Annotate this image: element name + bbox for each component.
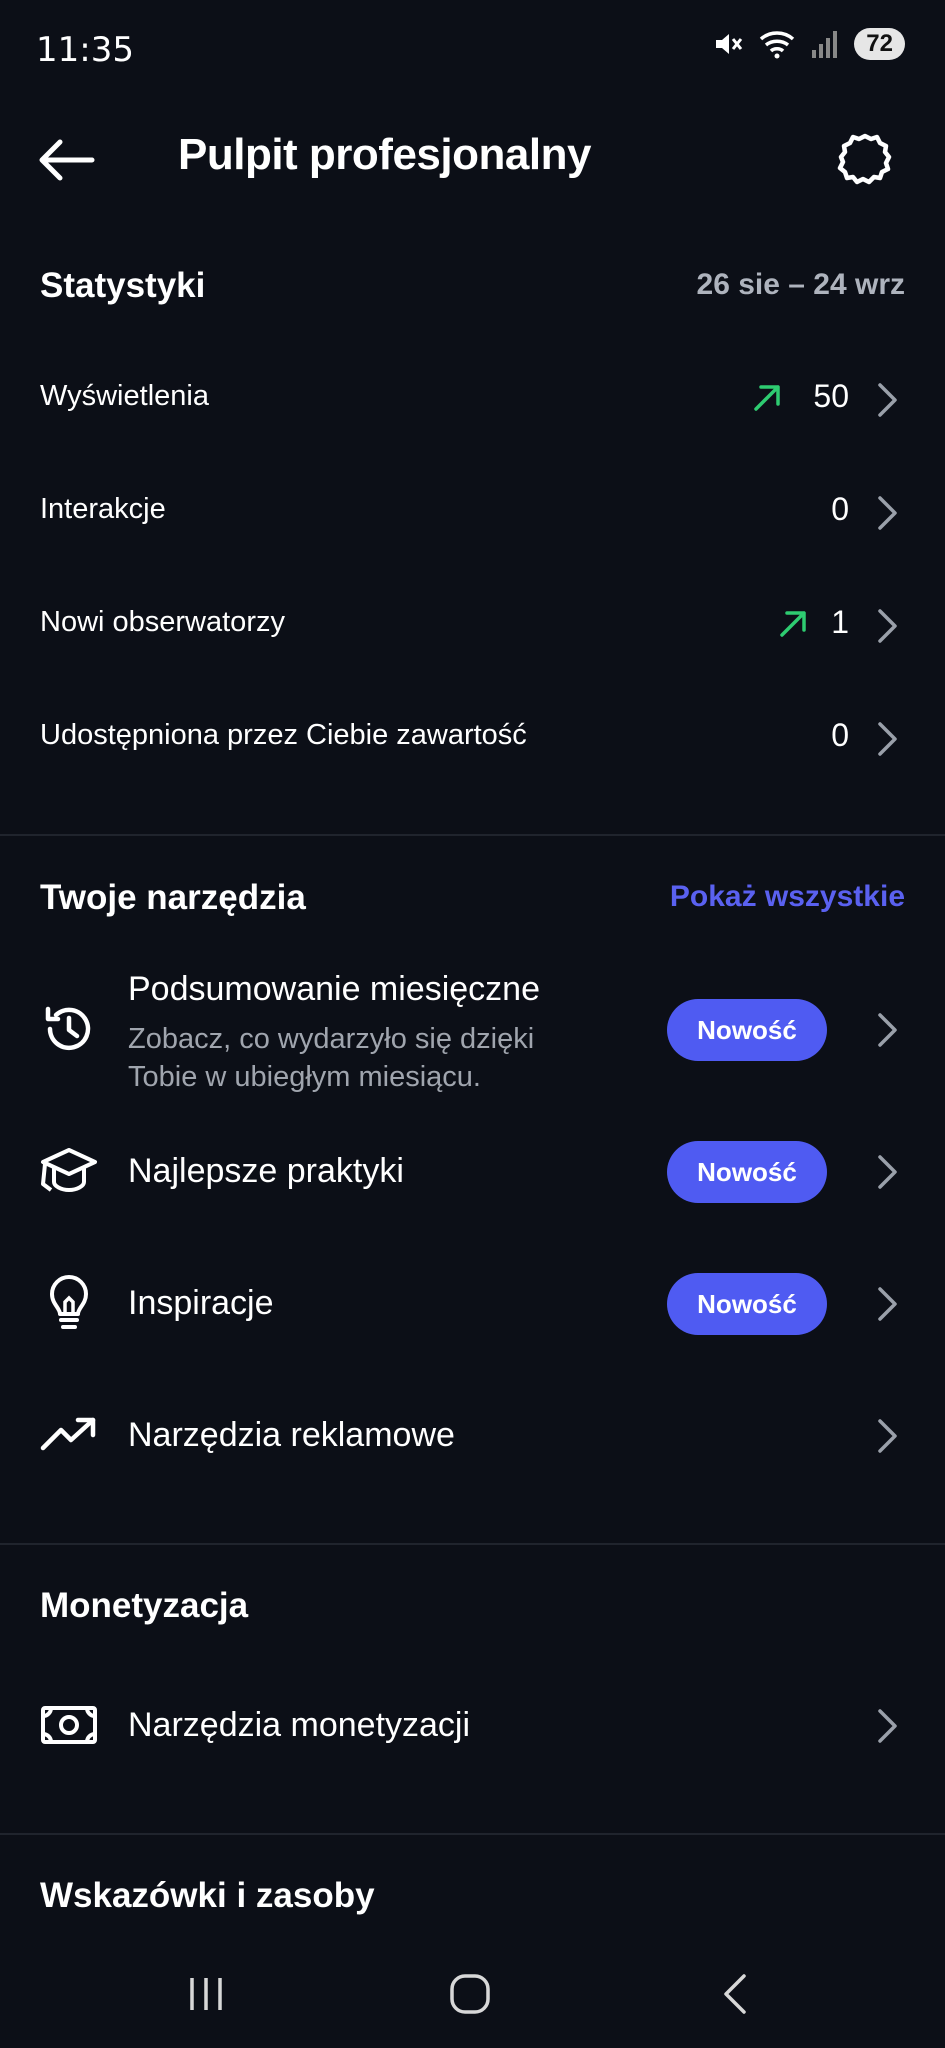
back-button[interactable] [36,138,96,182]
status-time: 11:35 [36,30,134,70]
stat-row-shared-content[interactable]: Udostępniona przez Ciebie zawartość 0 [0,689,945,789]
tool-monthly-summary[interactable]: Podsumowanie miesięczne Zobacz, co wydar… [0,960,945,1100]
divider [0,1833,945,1835]
tools-heading: Twoje narzędzia [40,878,306,917]
page-title: Pulpit profesjonalny [178,130,591,179]
chevron-right-icon [878,1709,897,1743]
tool-ad-tools[interactable]: Narzędzia reklamowe [0,1386,945,1486]
stat-label: Udostępniona przez Ciebie zawartość [40,719,527,751]
chevron-right-icon [878,383,897,417]
stat-value: 0 [831,717,849,753]
system-nav-bar [0,1930,945,2048]
new-badge: Nowość [667,999,827,1061]
tool-title: Narzędzia monetyzacji [128,1706,471,1744]
money-icon [41,1706,97,1744]
trending-up-icon [40,1417,96,1451]
history-icon [45,1006,91,1051]
tool-title: Narzędzia reklamowe [128,1416,455,1454]
battery-level: 72 [866,30,893,57]
home-icon[interactable] [448,1972,492,2016]
stat-row-views[interactable]: Wyświetlenia 50 [0,350,945,450]
stat-label: Wyświetlenia [40,380,209,412]
tool-title: Najlepsze praktyki [128,1152,404,1190]
tool-inspiration[interactable]: Inspiracje Nowość [0,1254,945,1354]
divider [0,834,945,836]
tool-title: Inspiracje [128,1284,274,1322]
trend-up-icon [754,385,780,411]
status-bar: 11:35 72 [0,0,945,100]
lightbulb-icon [50,1275,88,1329]
chevron-right-icon [878,1287,897,1321]
tool-monetization[interactable]: Narzędzia monetyzacji [0,1676,945,1776]
mute-icon [716,34,743,54]
gear-icon [837,133,892,185]
wifi-icon [760,31,795,59]
stats-heading: Statystyki [40,266,206,305]
stat-value: 1 [831,604,849,640]
new-badge: Nowość [667,1141,827,1203]
chevron-right-icon [878,722,897,756]
signal-icon [812,31,838,58]
date-range[interactable]: 26 sie – 24 wrz [697,268,905,302]
monetization-heading: Monetyzacja [40,1586,249,1625]
chevron-right-icon [878,1155,897,1189]
settings-button[interactable] [835,130,895,190]
tool-title: Podsumowanie miesięczne [128,970,540,1008]
graduation-cap-icon [41,1148,97,1193]
status-icons: 72 [712,28,905,60]
arrow-left-icon [39,139,95,181]
tips-heading: Wskazówki i zasoby [40,1876,375,1915]
chevron-right-icon [878,609,897,643]
show-all-link[interactable]: Pokaż wszystkie [670,880,905,914]
new-badge: Nowość [667,1273,827,1335]
stat-value: 0 [831,491,849,527]
stat-label: Interakcje [40,493,166,525]
chevron-right-icon [878,1013,897,1047]
stat-value: 50 [813,378,849,414]
back-nav-icon[interactable] [718,1972,752,2016]
stat-label: Nowi obserwatorzy [40,606,285,638]
battery-icon: 72 [854,28,905,60]
chevron-right-icon [878,496,897,530]
tool-subtitle: Zobacz, co wydarzyło się dzięki Tobie w … [128,1023,535,1093]
stat-row-new-followers[interactable]: Nowi obserwatorzy 1 [0,576,945,676]
divider [0,1543,945,1545]
stat-row-interactions[interactable]: Interakcje 0 [0,463,945,563]
tool-best-practices[interactable]: Najlepsze praktyki Nowość [0,1122,945,1222]
chevron-right-icon [878,1419,897,1453]
top-bar: Pulpit profesjonalny [0,100,945,220]
trend-up-icon [780,611,806,637]
recent-apps-icon[interactable] [186,1974,226,2014]
